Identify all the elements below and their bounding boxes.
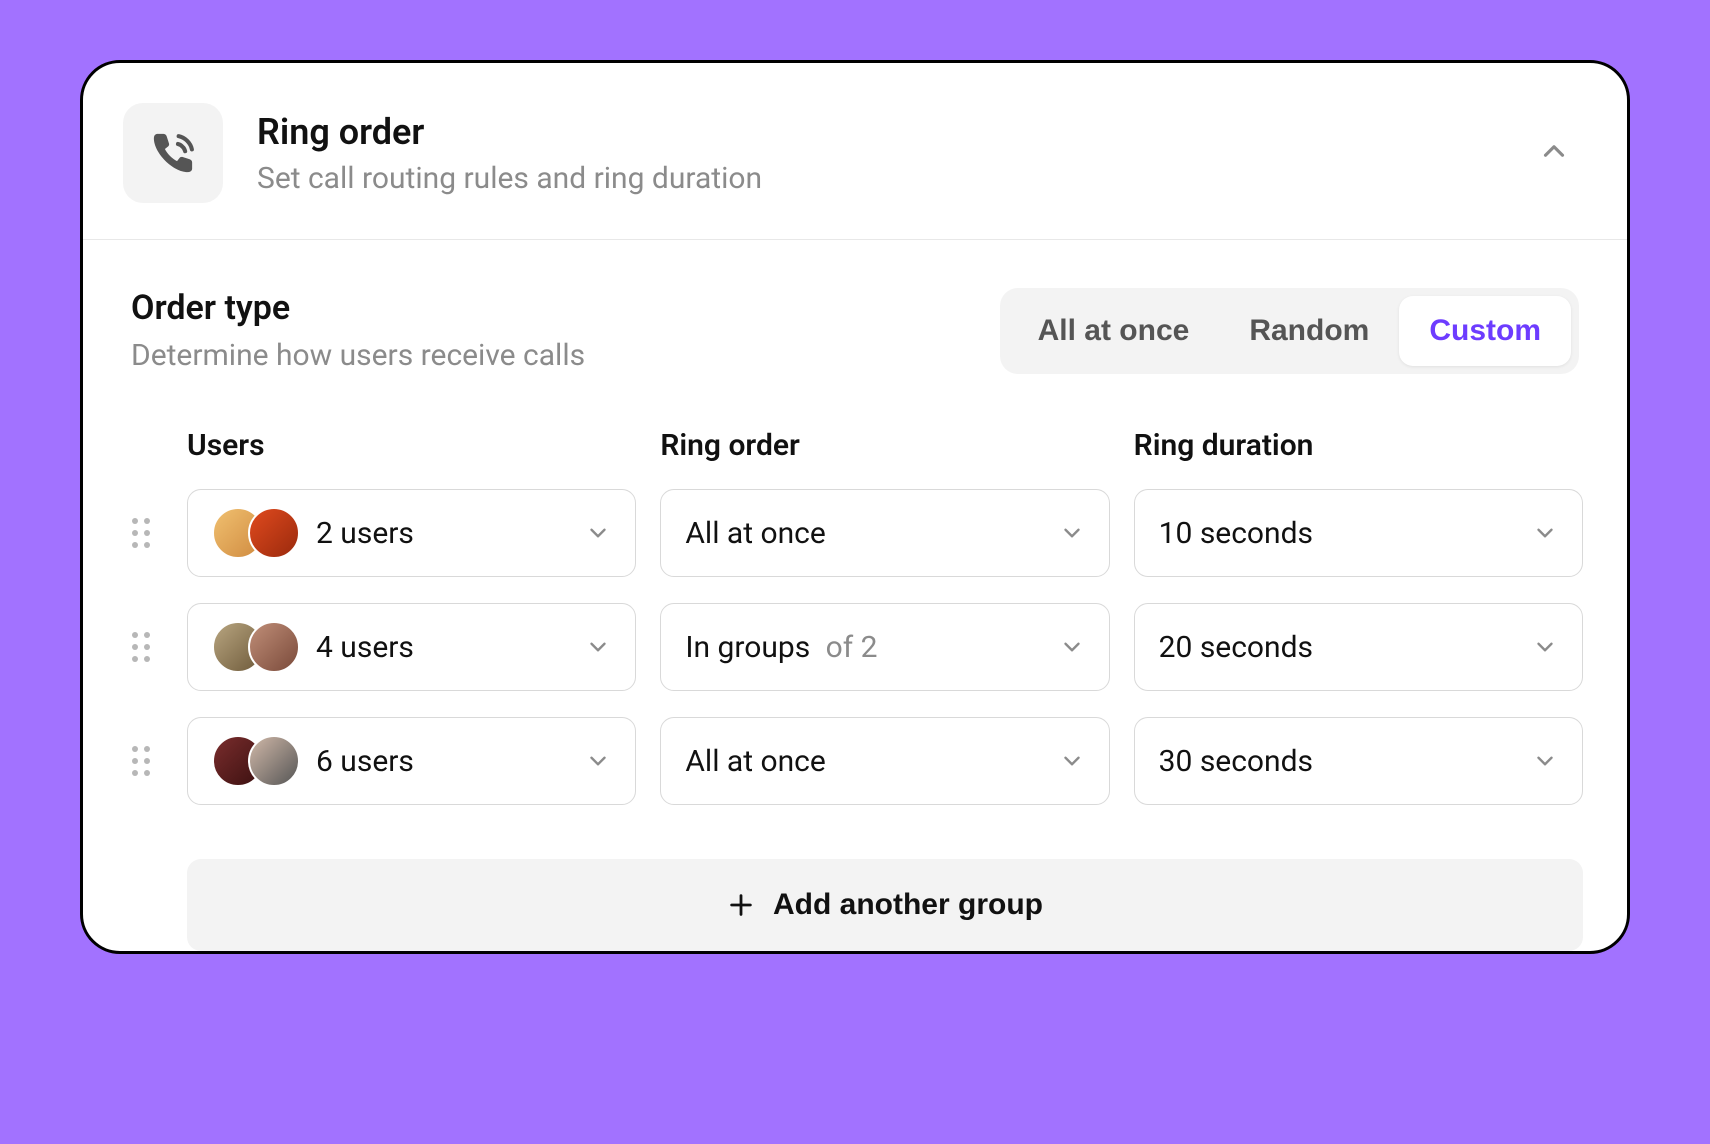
groups-grid: Users Ring order Ring duration 2 users A…	[127, 428, 1583, 951]
ring-duration-label: 30 seconds	[1159, 744, 1532, 779]
order-type-segmented: All at once Random Custom	[1000, 288, 1579, 374]
chevron-down-icon	[585, 634, 611, 660]
ring-duration-select[interactable]: 20 seconds	[1134, 603, 1583, 691]
avatar	[248, 621, 300, 673]
chevron-down-icon	[1532, 520, 1558, 546]
drag-handle-icon[interactable]	[127, 627, 155, 667]
order-type-custom[interactable]: Custom	[1399, 296, 1571, 366]
order-type-title: Order type	[131, 288, 585, 328]
chevron-down-icon	[1059, 520, 1085, 546]
ring-order-label: All at once	[685, 744, 1058, 779]
add-another-group-button[interactable]: Add another group	[187, 859, 1583, 951]
order-type-all-at-once[interactable]: All at once	[1008, 296, 1220, 366]
avatar	[248, 735, 300, 787]
plus-icon	[727, 891, 755, 919]
users-select[interactable]: 6 users	[187, 717, 636, 805]
avatar	[248, 507, 300, 559]
chevron-down-icon	[1059, 748, 1085, 774]
ring-order-label: All at once	[685, 516, 1058, 551]
col-header-ring-order: Ring order	[660, 428, 1109, 463]
chevron-down-icon	[585, 748, 611, 774]
collapse-toggle[interactable]	[1537, 134, 1571, 172]
ring-duration-select[interactable]: 10 seconds	[1134, 489, 1583, 577]
users-label: 4 users	[316, 630, 585, 665]
ring-order-select[interactable]: All at once	[660, 717, 1109, 805]
add-button-label: Add another group	[773, 888, 1043, 922]
users-select[interactable]: 4 users	[187, 603, 636, 691]
header-title: Ring order	[257, 110, 1537, 155]
chevron-down-icon	[1532, 748, 1558, 774]
users-label: 2 users	[316, 516, 585, 551]
card-header: Ring order Set call routing rules and ri…	[83, 63, 1627, 240]
ring-duration-label: 10 seconds	[1159, 516, 1532, 551]
order-type-subtitle: Determine how users receive calls	[131, 338, 585, 373]
chevron-down-icon	[1059, 634, 1085, 660]
drag-handle-icon[interactable]	[127, 513, 155, 553]
order-type-random[interactable]: Random	[1219, 296, 1399, 366]
ring-duration-select[interactable]: 30 seconds	[1134, 717, 1583, 805]
avatar-group	[212, 735, 300, 787]
col-header-users: Users	[187, 428, 636, 463]
chevron-down-icon	[585, 520, 611, 546]
drag-handle-icon[interactable]	[127, 741, 155, 781]
order-type-row: Order type Determine how users receive c…	[127, 288, 1583, 374]
ring-order-label: In groups of 2	[685, 630, 1058, 665]
users-select[interactable]: 2 users	[187, 489, 636, 577]
phone-icon	[123, 103, 223, 203]
col-header-ring-duration: Ring duration	[1134, 428, 1583, 463]
header-subtitle: Set call routing rules and ring duration	[257, 161, 1537, 196]
chevron-down-icon	[1532, 634, 1558, 660]
avatar-group	[212, 507, 300, 559]
ring-order-select[interactable]: In groups of 2	[660, 603, 1109, 691]
ring-duration-label: 20 seconds	[1159, 630, 1532, 665]
ring-order-select[interactable]: All at once	[660, 489, 1109, 577]
ring-order-card: Ring order Set call routing rules and ri…	[80, 60, 1630, 954]
users-label: 6 users	[316, 744, 585, 779]
avatar-group	[212, 621, 300, 673]
